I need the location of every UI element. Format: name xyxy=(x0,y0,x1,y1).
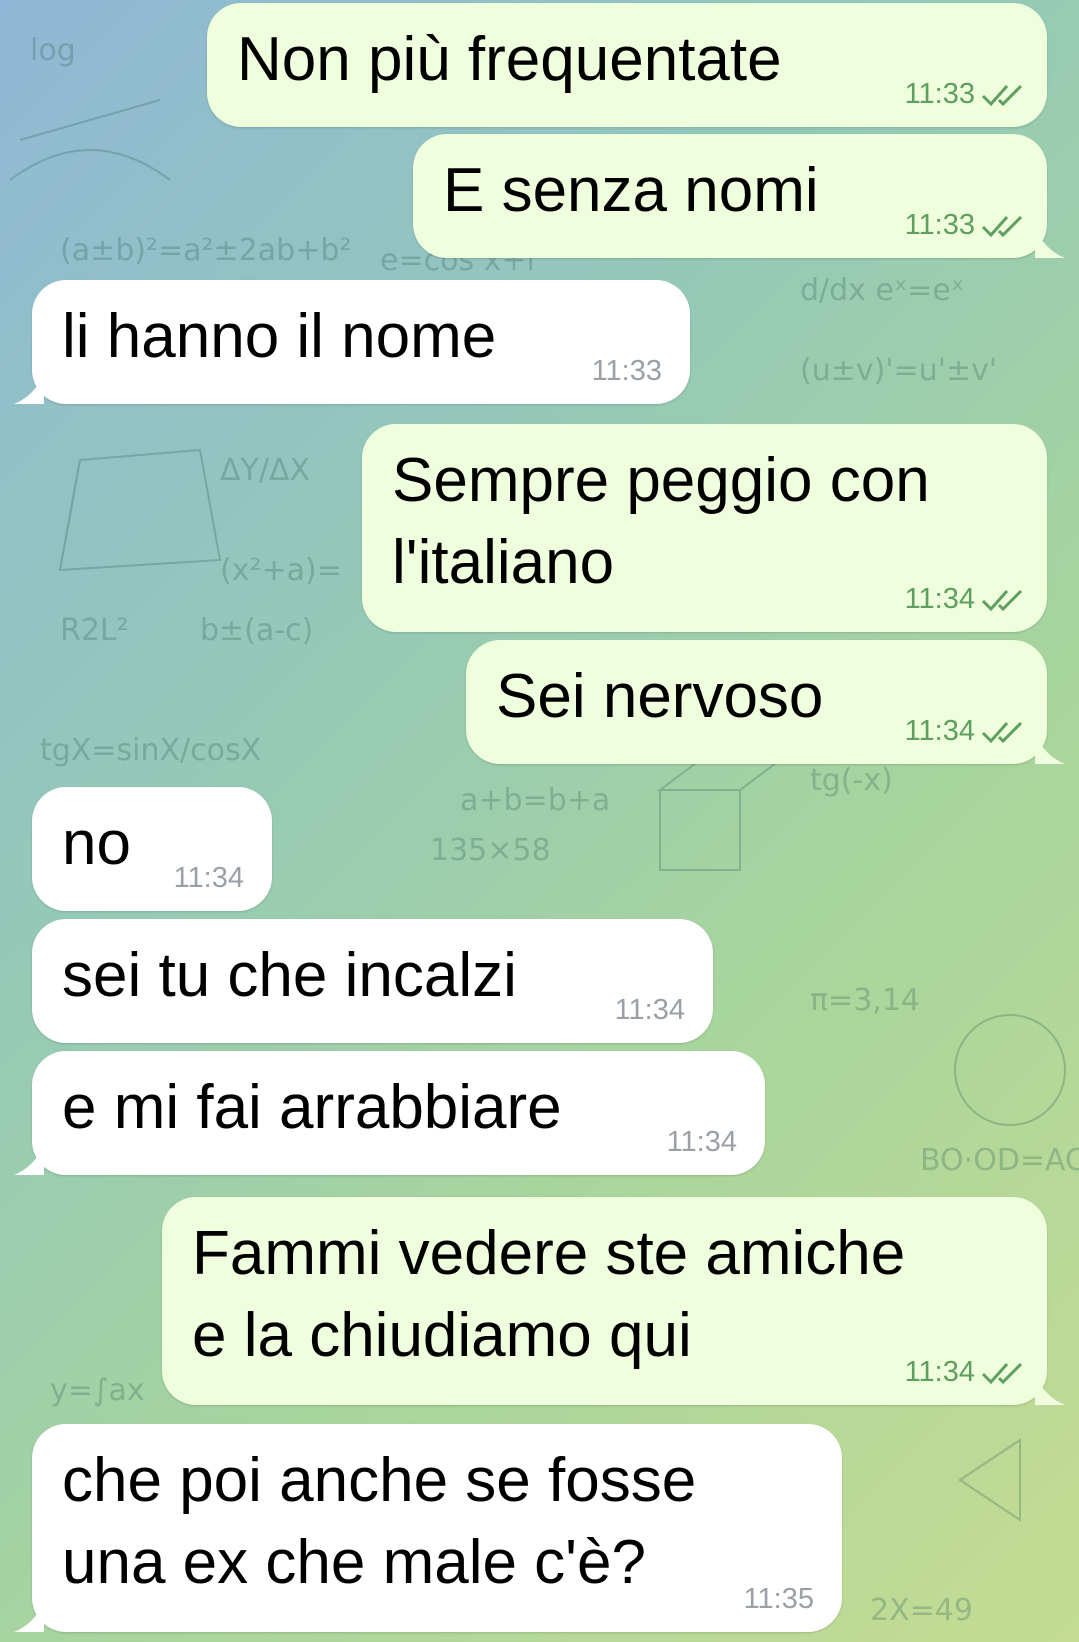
message-time: 11:34 xyxy=(904,583,975,615)
message-meta: 11:33 xyxy=(905,78,1029,111)
message-time: 11:34 xyxy=(614,994,685,1026)
bubble-tail xyxy=(1035,228,1065,258)
message-meta: 11:33 xyxy=(905,209,1029,242)
message-time: 11:35 xyxy=(743,1583,814,1615)
message-time: 11:34 xyxy=(173,862,244,894)
message-meta: 11:33 xyxy=(592,355,662,388)
message-meta: 11:34 xyxy=(615,994,685,1027)
message-text: e mi fai arrabbiare xyxy=(62,1073,562,1142)
message-meta: 11:34 xyxy=(905,583,1029,616)
message-time: 11:34 xyxy=(666,1126,737,1158)
chat-message-list[interactable]: Non più frequentate 11:33 E senza nomi 1… xyxy=(0,0,1079,1642)
bubble-tail xyxy=(14,1602,44,1632)
message-text: sei tu che incalzi xyxy=(62,941,517,1010)
bubble-tail xyxy=(14,374,44,404)
message-time: 11:33 xyxy=(904,78,975,110)
message-bubble-outgoing[interactable]: Fammi vedere ste amiche e la chiudiamo q… xyxy=(162,1197,1065,1405)
message-text: Fammi vedere ste amiche e la chiudiamo q… xyxy=(192,1219,906,1370)
message-meta: 11:35 xyxy=(744,1583,814,1616)
message-text: Non più frequentate xyxy=(237,25,782,94)
message-bubble-incoming[interactable]: che poi anche se fosse una ex che male c… xyxy=(14,1424,842,1632)
message-text: che poi anche se fosse una ex che male c… xyxy=(62,1446,697,1597)
double-check-icon xyxy=(981,721,1023,743)
message-bubble-incoming[interactable]: no 11:34 xyxy=(32,787,272,911)
bubble-tail xyxy=(14,1145,44,1175)
message-text: Sempre peggio con l'italiano xyxy=(392,446,930,597)
message-time: 11:33 xyxy=(591,355,662,387)
message-bubble-outgoing[interactable]: Non più frequentate 11:33 xyxy=(207,3,1047,127)
message-time: 11:34 xyxy=(904,715,975,747)
double-check-icon xyxy=(981,215,1023,237)
double-check-icon xyxy=(981,1362,1023,1384)
bubble-tail xyxy=(1035,1375,1065,1405)
message-meta: 11:34 xyxy=(667,1126,737,1159)
bubble-tail xyxy=(1035,734,1065,764)
message-bubble-outgoing[interactable]: Sei nervoso 11:34 xyxy=(466,640,1065,764)
message-time: 11:34 xyxy=(904,1356,975,1388)
message-meta: 11:34 xyxy=(905,1356,1029,1389)
message-meta: 11:34 xyxy=(174,862,244,895)
message-bubble-outgoing[interactable]: E senza nomi 11:33 xyxy=(413,134,1065,258)
message-text: li hanno il nome xyxy=(62,302,497,371)
message-bubble-incoming[interactable]: sei tu che incalzi 11:34 xyxy=(32,919,713,1043)
message-time: 11:33 xyxy=(904,209,975,241)
message-bubble-incoming[interactable]: li hanno il nome 11:33 xyxy=(14,280,690,404)
double-check-icon xyxy=(981,589,1023,611)
message-bubble-outgoing[interactable]: Sempre peggio con l'italiano 11:34 xyxy=(362,424,1047,632)
double-check-icon xyxy=(981,84,1023,106)
message-bubble-incoming[interactable]: e mi fai arrabbiare 11:34 xyxy=(14,1051,765,1175)
message-meta: 11:34 xyxy=(905,715,1029,748)
